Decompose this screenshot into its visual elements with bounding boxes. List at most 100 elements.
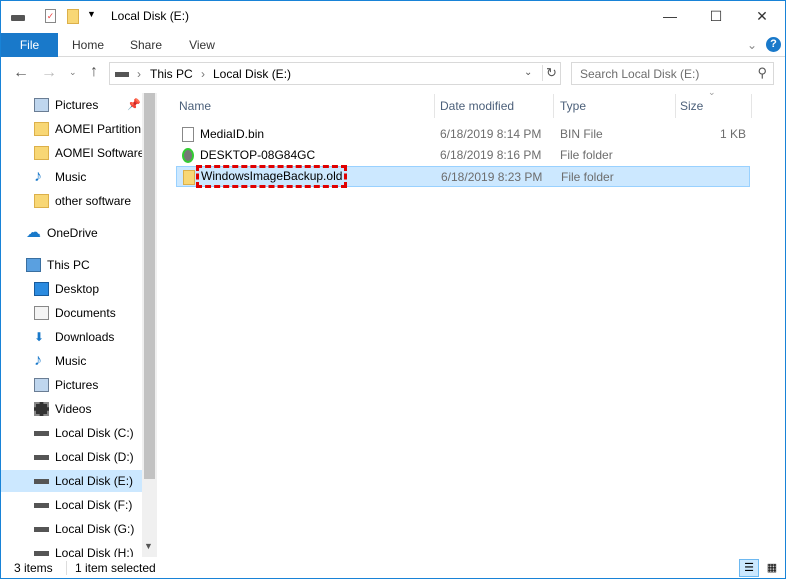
item-count: 3 items: [14, 561, 53, 575]
nav-item-label: Pictures: [55, 378, 99, 392]
tab-view[interactable]: View: [177, 33, 227, 57]
column-name[interactable]: Name: [179, 94, 211, 118]
drive-icon: [34, 503, 49, 508]
nav-item-local-disk-h-[interactable]: Local Disk (H:): [1, 542, 142, 557]
customize-toolbar-icon[interactable]: ▼: [87, 9, 96, 19]
nav-item-label: Local Disk (D:): [55, 450, 134, 464]
nav-item-label: Music: [55, 170, 87, 184]
up-button[interactable]: ↑: [90, 63, 98, 81]
sort-indicator-icon: ⌄: [708, 87, 716, 97]
nav-item-this-pc[interactable]: This PC: [1, 254, 142, 276]
nav-item-label: Downloads: [55, 330, 115, 344]
nav-item-label: AOMEI Partition: [55, 122, 142, 136]
nav-item-local-disk-e-[interactable]: Local Disk (E:): [1, 470, 142, 492]
tab-file[interactable]: File: [1, 33, 58, 57]
nav-item-aomei-partition[interactable]: AOMEI Partition: [1, 118, 142, 140]
selection-count: 1 item selected: [75, 561, 156, 575]
address-dropdown-icon[interactable]: ⌄: [524, 67, 532, 78]
pictures-icon: [34, 98, 49, 112]
status-bar: 3 items 1 item selected ☰ ▦: [1, 557, 785, 579]
nav-item-downloads[interactable]: ⬇ Downloads: [1, 326, 142, 348]
collapse-ribbon-icon[interactable]: ⌄: [743, 33, 761, 57]
nav-item-label: Pictures: [55, 98, 99, 112]
nav-item-local-disk-c-[interactable]: Local Disk (C:): [1, 422, 142, 444]
drive-icon: [115, 72, 129, 77]
file-icon: [182, 127, 194, 142]
window-title: Local Disk (E:): [111, 9, 190, 23]
nav-item-label: Local Disk (C:): [55, 426, 134, 440]
nav-item-local-disk-f-[interactable]: Local Disk (F:): [1, 494, 142, 516]
network-folder-icon: [182, 148, 194, 163]
drive-icon: [34, 527, 49, 532]
nav-item-label: Local Disk (F:): [55, 498, 133, 512]
minimize-button[interactable]: —: [647, 1, 693, 31]
nav-item-label: other software: [55, 194, 132, 208]
nav-item-onedrive[interactable]: ☁ OneDrive: [1, 222, 142, 244]
close-button[interactable]: ✕: [739, 1, 785, 31]
nav-item-music[interactable]: ♪ Music: [1, 166, 142, 188]
drive-icon: [11, 15, 25, 21]
nav-item-aomei-software[interactable]: AOMEI Software: [1, 142, 142, 164]
recent-locations-icon[interactable]: ⌄: [69, 67, 77, 78]
nav-item-music[interactable]: ♪ Music: [1, 350, 142, 372]
nav-item-desktop[interactable]: Desktop: [1, 278, 142, 300]
nav-item-label: AOMEI Software: [55, 146, 142, 160]
pictures-icon: [34, 378, 49, 392]
nav-item-label: Local Disk (E:): [55, 474, 134, 488]
forward-button[interactable]: →: [41, 64, 57, 82]
help-icon[interactable]: ?: [766, 37, 781, 52]
documents-icon: [34, 306, 49, 320]
folder-icon: [183, 170, 195, 185]
nav-item-label: Desktop: [55, 282, 100, 296]
nav-item-label: This PC: [47, 258, 90, 272]
cloud-icon: ☁: [26, 224, 41, 241]
file-row[interactable]: WindowsImageBackup.old 6/18/2019 8:23 PM F…: [176, 165, 750, 188]
drive-icon: [34, 551, 49, 556]
file-type: File folder: [561, 170, 614, 184]
folder-icon: [34, 194, 49, 208]
music-icon: ♪: [34, 352, 42, 369]
column-date[interactable]: Date modified: [440, 94, 514, 118]
refresh-icon[interactable]: ↻: [542, 65, 557, 81]
maximize-button[interactable]: ☐: [693, 1, 739, 31]
properties-icon[interactable]: ✓: [45, 9, 56, 23]
column-type[interactable]: Type: [560, 94, 586, 118]
file-name: DESKTOP-08G84GC: [200, 148, 316, 162]
tab-home[interactable]: Home: [63, 33, 113, 57]
details-view-button[interactable]: ☰: [739, 559, 759, 577]
downloads-icon: ⬇: [34, 330, 45, 344]
file-type: File folder: [560, 148, 613, 162]
breadcrumb-this-pc[interactable]: This PC: [150, 67, 193, 81]
nav-item-videos[interactable]: Videos: [1, 398, 142, 420]
back-button[interactable]: ←: [13, 64, 29, 82]
nav-item-pictures[interactable]: Pictures: [1, 94, 142, 116]
nav-item-label: Videos: [55, 402, 92, 416]
navigation-pane: Pictures AOMEI Partition AOMEI Software ♪ Mu…: [1, 93, 142, 557]
nav-item-local-disk-d-[interactable]: Local Disk (D:): [1, 446, 142, 468]
pin-icon[interactable]: 📌: [127, 98, 141, 111]
column-size[interactable]: Size: [680, 94, 703, 118]
file-row[interactable]: MediaID.bin 6/18/2019 8:14 PM BIN File 1 KB: [176, 124, 750, 145]
file-row[interactable]: DESKTOP-08G84GC 6/18/2019 8:16 PM File fol…: [176, 145, 750, 166]
file-name: MediaID.bin: [200, 127, 265, 141]
file-name: WindowsImageBackup.old: [195, 165, 348, 188]
nav-item-local-disk-g-[interactable]: Local Disk (G:): [1, 518, 142, 540]
nav-item-pictures[interactable]: Pictures: [1, 374, 142, 396]
tab-share[interactable]: Share: [121, 33, 171, 57]
address-bar[interactable]: › This PC › Local Disk (E:) ⌄ ↻: [109, 62, 561, 85]
breadcrumb-local-disk[interactable]: Local Disk (E:): [213, 67, 291, 81]
nav-scrollbar-thumb[interactable]: [144, 93, 155, 479]
scroll-down-icon[interactable]: ▼: [144, 541, 153, 551]
nav-item-label: Documents: [55, 306, 116, 320]
nav-item-label: OneDrive: [47, 226, 98, 240]
nav-item-documents[interactable]: Documents: [1, 302, 142, 324]
nav-item-label: Local Disk (H:): [55, 546, 134, 557]
desktop-icon: [34, 282, 49, 296]
nav-item-other-software[interactable]: other software: [1, 190, 142, 212]
nav-item-label: Music: [55, 354, 87, 368]
computer-icon: [26, 258, 41, 272]
large-icons-view-button[interactable]: ▦: [763, 559, 781, 577]
file-type: BIN File: [560, 127, 603, 141]
search-input[interactable]: Search Local Disk (E:) ⚲: [571, 62, 774, 85]
new-folder-icon[interactable]: [67, 9, 79, 24]
